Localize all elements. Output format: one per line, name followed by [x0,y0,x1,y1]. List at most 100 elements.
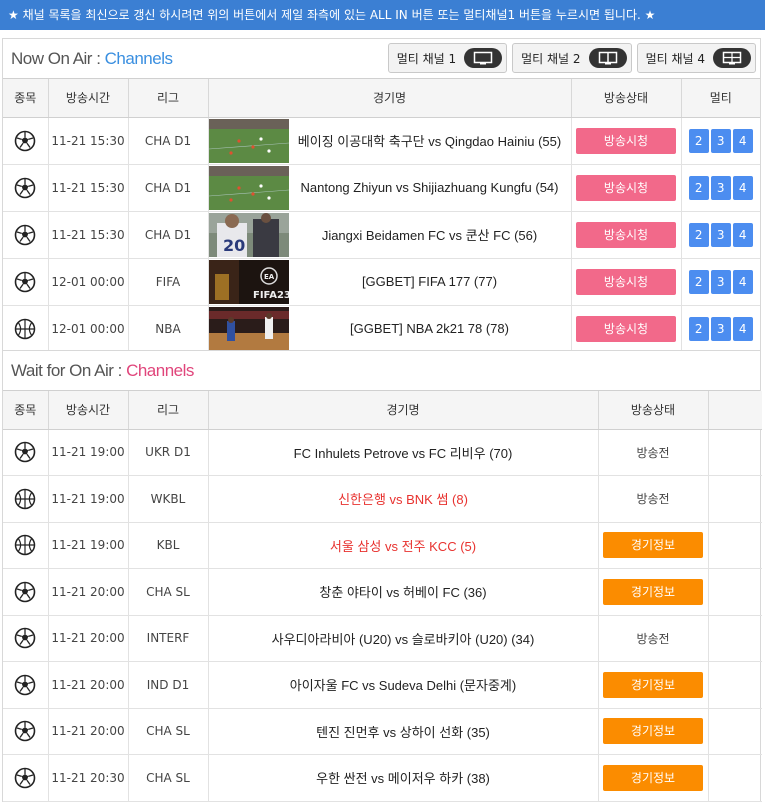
multi-cell: 234 [681,258,760,306]
wait-row: 11-21 20:00 INTERF 사우디아라비아 (U20) vs 슬로바키아 … [3,615,762,662]
multi-2-button[interactable]: 2 [688,175,709,200]
wait-row: 11-21 19:00 KBL 서울 삼성 vs 전주 KCC (5) 경기정보 [3,522,762,569]
multi-3-button[interactable]: 3 [710,175,731,200]
now-on-air-section: Now On Air : Channels 멀티 채널 1 멀티 채널 2 멀티… [2,38,761,354]
match-info-button[interactable]: 경기정보 [603,718,703,745]
multi-cell: 234 [681,211,760,259]
header-time: 방송시간 [48,79,129,118]
soccer-pitch-thumbnail[interactable] [208,165,289,210]
header-sport: 종목 [3,79,49,118]
multi-channel-1-button[interactable]: 멀티 채널 1 [387,43,508,73]
match-name[interactable]: Nantong Zhiyun vs Shijiazhuang Kungfu (5… [289,180,571,195]
multi-2-button[interactable]: 2 [688,128,709,153]
wait-header: Wait for On Air : Channels [3,351,760,391]
watch-broadcast-button[interactable]: 방송시청 [576,315,676,342]
match-name: 신한은행 vs BNK 썸 (8) [208,475,599,523]
wait-row: 11-21 20:00 IND D1 아이자울 FC vs Sudeva Delhi… [3,661,762,709]
quad-screen-icon [713,48,751,68]
soccer-ball-icon [3,754,49,802]
league: IND D1 [128,661,209,709]
broadcast-time: 11-21 20:00 [48,615,129,662]
now-on-air-header: Now On Air : Channels 멀티 채널 1 멀티 채널 2 멀티… [3,39,760,79]
multi-2-button[interactable]: 2 [688,222,709,247]
match-info-button[interactable]: 경기정보 [603,532,703,559]
league: CHA SL [128,568,209,616]
title-colon: : [91,49,105,68]
status-cell: 경기정보 [598,754,709,802]
svg-text:FIFA23: FIFA23 [253,290,289,301]
watch-broadcast-button[interactable]: 방송시청 [576,174,676,201]
match-info-button[interactable]: 경기정보 [603,578,703,605]
header-time: 방송시간 [48,391,129,430]
live-row: 12-01 00:00 FIFA EA FIFA23 [GGBET] FIFA 177 … [3,258,760,306]
fifa23-thumbnail[interactable]: EA FIFA23 [208,259,289,304]
watch-broadcast-button[interactable]: 방송시청 [576,127,676,154]
multi-3-button[interactable]: 3 [710,128,731,153]
wait-row: 11-21 20:00 CHA SL 텐진 진먼후 vs 상하이 선화 (35) 경기… [3,708,762,755]
status-cell: 경기정보 [598,708,709,755]
broadcast-time: 11-21 15:30 [48,211,129,259]
league: KBL [128,522,209,569]
match-inline: [GGBET] NBA 2k21 78 (78) [208,306,571,352]
svg-text:EA: EA [264,273,275,281]
basketball-icon [3,305,49,353]
league: CHA D1 [128,117,209,165]
svg-text:20: 20 [223,236,245,255]
multi-channel-2-button[interactable]: 멀티 채널 2 [512,43,632,73]
wait-row: 11-21 20:00 CHA SL 창춘 야타이 vs 허베이 FC (36) 경기… [3,568,762,616]
empty-cell [708,615,762,662]
league: CHA SL [128,754,209,802]
player-closeup-thumbnail[interactable]: 20 [208,212,289,257]
match-name[interactable]: [GGBET] FIFA 177 (77) [289,274,571,289]
multi-4-button[interactable]: 4 [732,128,753,153]
basketball-icon [3,522,49,569]
multi-4-button[interactable]: 4 [732,316,753,341]
multi-4-button[interactable]: 4 [732,269,753,294]
multi-2-button[interactable]: 2 [688,269,709,294]
match-name[interactable]: Jiangxi Beidamen FC vs 쿤산 FC (56) [289,225,571,244]
league: UKR D1 [128,429,209,476]
now-on-air-table: 종목 방송시간 리그 경기명 방송상태 멀티 11-21 15:30 CHA D1… [3,79,760,353]
match-cell: EA FIFA23 [GGBET] FIFA 177 (77) [208,258,572,306]
soccer-ball-icon [3,429,49,476]
watch-broadcast-button[interactable]: 방송시청 [576,268,676,295]
multi-3-button[interactable]: 3 [710,269,731,294]
status-cell: 방송시청 [571,117,682,165]
match-info-button[interactable]: 경기정보 [603,764,703,791]
nba-court-thumbnail[interactable] [208,306,289,351]
header-match: 경기명 [208,79,572,118]
wait-for-on-air-section: Wait for On Air : Channels 종목 방송시간 리그 경기… [2,350,762,802]
broadcast-time: 11-21 19:00 [48,475,129,523]
header-multi: 멀티 [681,79,760,118]
pre-broadcast-status: 방송전 [636,492,670,507]
wait-row: 11-21 19:00 WKBL 신한은행 vs BNK 썸 (8) 방송전 [3,475,762,523]
status-cell: 방송시청 [571,305,682,353]
multi-4-button[interactable]: 4 [732,175,753,200]
match-info-button[interactable]: 경기정보 [603,671,703,698]
soccer-pitch-thumbnail[interactable] [208,118,289,163]
match-inline: 20 Jiangxi Beidamen FC vs 쿤산 FC (56) [208,212,571,258]
league: CHA D1 [128,211,209,259]
status-cell: 방송전 [598,475,709,523]
match-cell: [GGBET] NBA 2k21 78 (78) [208,305,572,353]
status-cell: 경기정보 [598,522,709,569]
league: WKBL [128,475,209,523]
empty-cell [708,429,762,476]
broadcast-time: 12-01 00:00 [48,305,129,353]
multi-2-button[interactable]: 2 [688,316,709,341]
watch-broadcast-button[interactable]: 방송시청 [576,221,676,248]
status-cell: 방송시청 [571,211,682,259]
multi-3-button[interactable]: 3 [710,222,731,247]
pre-broadcast-status: 방송전 [636,445,670,460]
multi-3-button[interactable]: 3 [710,316,731,341]
multi-4-button[interactable]: 4 [732,222,753,247]
multi-cell: 234 [681,305,760,353]
league: CHA SL [128,708,209,755]
soccer-ball-icon [3,661,49,709]
status-cell: 방송시청 [571,258,682,306]
multi-channel-4-button[interactable]: 멀티 채널 4 [636,43,756,73]
header-sport: 종목 [3,391,49,430]
match-name[interactable]: [GGBET] NBA 2k21 78 (78) [289,321,571,336]
pre-broadcast-status: 방송전 [636,631,670,646]
match-name[interactable]: 베이징 이공대학 축구단 vs Qingdao Hainiu (55) [289,131,571,150]
